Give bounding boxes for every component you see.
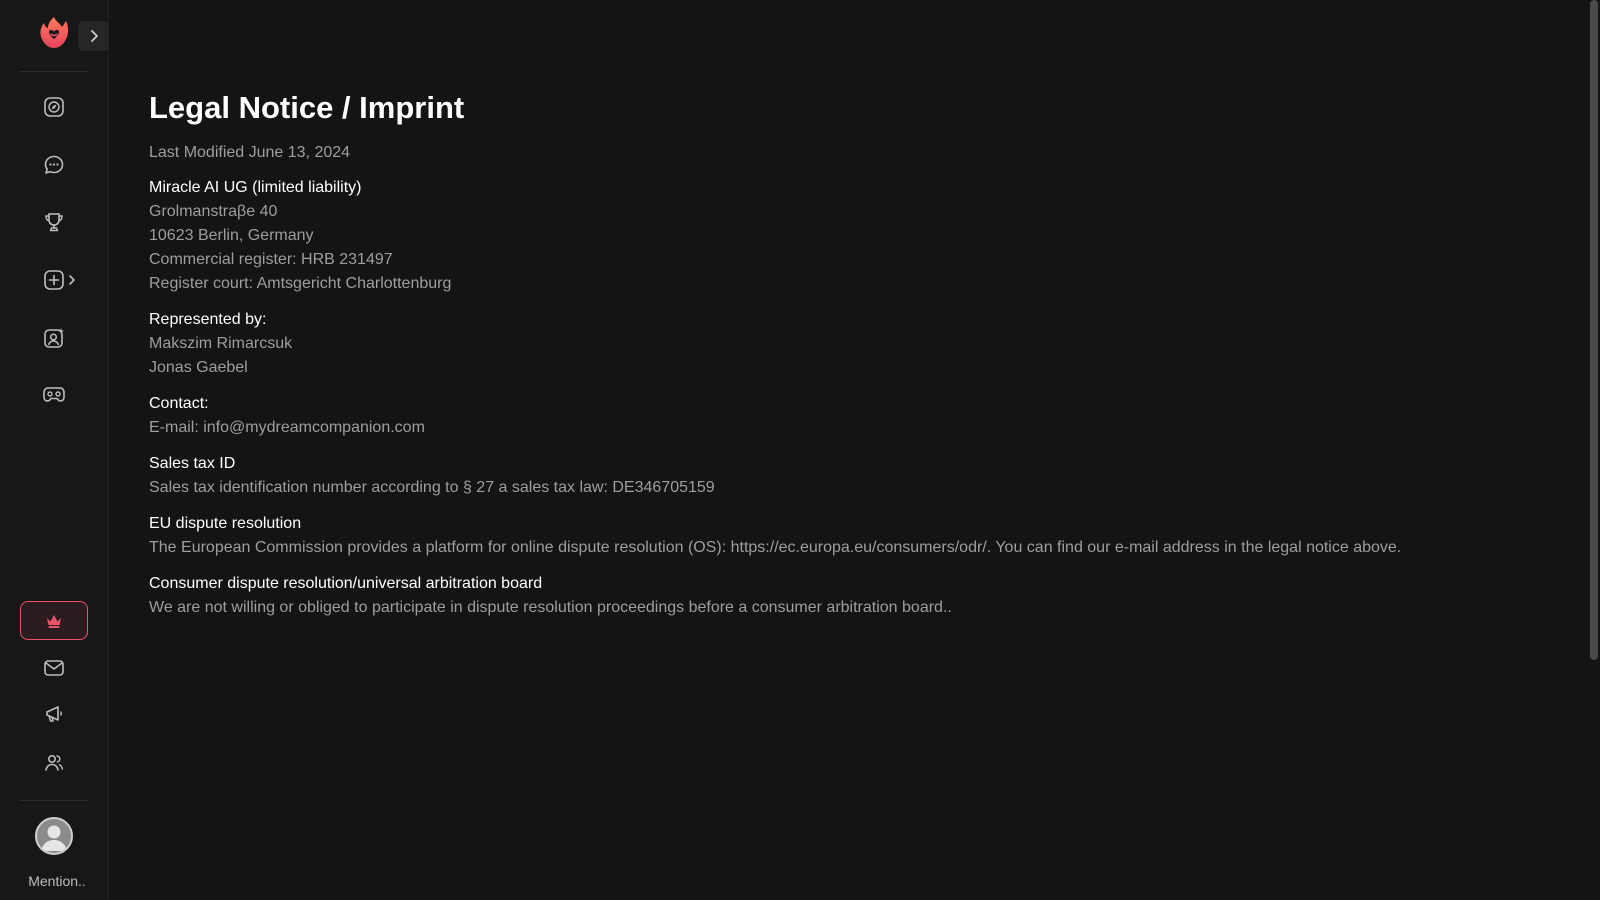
- avatar[interactable]: [35, 817, 73, 855]
- legal-notice-content: Legal Notice / Imprint Last Modified Jun…: [149, 88, 1560, 632]
- contact-email[interactable]: E-mail: info@mydreamcompanion.com: [149, 416, 1560, 440]
- gamepad-icon: [43, 387, 65, 402]
- eu-dispute-section: EU dispute resolution The European Commi…: [149, 512, 1560, 560]
- plus-square-icon: [44, 270, 64, 290]
- sidebar-divider: [20, 71, 88, 72]
- section-heading: Contact:: [149, 395, 209, 412]
- app-root: Mention.. Legal Notice / Imprint Last Mo…: [0, 0, 1600, 900]
- chat-icon: [44, 155, 64, 174]
- sidebar-item-explore[interactable]: [38, 91, 70, 123]
- crown-icon: [47, 614, 61, 628]
- megaphone-icon: [46, 706, 62, 722]
- sidebar-item-messages[interactable]: [38, 652, 70, 684]
- sidebar: Mention..: [0, 0, 109, 900]
- expand-sidebar-button[interactable]: [78, 21, 109, 51]
- address-city: 10623 Berlin, Germany: [149, 227, 314, 244]
- consumer-dispute-section: Consumer dispute resolution/universal ar…: [149, 572, 1560, 620]
- representative: Jonas Gaebel: [149, 359, 248, 376]
- username-label[interactable]: Mention..: [0, 873, 114, 889]
- sales-tax-id: Sales tax identification number accordin…: [149, 479, 715, 496]
- representative: Makszim Rimarcsuk: [149, 335, 293, 352]
- mail-icon: [44, 660, 64, 676]
- users-icon: [45, 754, 63, 771]
- sidebar-divider: [20, 800, 88, 801]
- chevron-right-icon[interactable]: [66, 273, 78, 287]
- sidebar-item-games[interactable]: [38, 378, 70, 410]
- section-heading: Represented by:: [149, 311, 267, 328]
- chevron-right-icon: [90, 30, 98, 42]
- company-section: Miracle AI UG (limited liability) Grolma…: [149, 176, 1560, 296]
- scrollbar-track[interactable]: [1588, 0, 1600, 900]
- section-heading: Consumer dispute resolution/universal ar…: [149, 575, 543, 592]
- register-court: Register court: Amtsgericht Charlottenbu…: [149, 275, 452, 292]
- section-heading: Sales tax ID: [149, 455, 236, 472]
- trophy-icon: [45, 213, 63, 232]
- section-heading: Miracle AI UG (limited liability): [149, 179, 362, 196]
- user-avatar-icon: [41, 825, 67, 851]
- compass-icon: [44, 97, 64, 117]
- sales-tax-section: Sales tax ID Sales tax identification nu…: [149, 452, 1560, 500]
- last-modified-date: Last Modified June 13, 2024: [149, 144, 351, 161]
- section-heading: EU dispute resolution: [149, 515, 302, 532]
- sidebar-item-announcements[interactable]: [38, 698, 70, 730]
- contact-section: Contact: E-mail: info@mydreamcompanion.c…: [149, 392, 1560, 440]
- scrollbar-thumb[interactable]: [1590, 0, 1598, 660]
- page-title: Legal Notice / Imprint: [149, 90, 465, 125]
- consumer-dispute-text: We are not willing or obliged to partici…: [149, 599, 952, 616]
- sidebar-item-chat[interactable]: [38, 149, 70, 181]
- premium-button[interactable]: [20, 601, 88, 640]
- sidebar-item-leaderboard[interactable]: [38, 206, 70, 238]
- commercial-register: Commercial register: HRB 231497: [149, 251, 393, 268]
- address-street: Grolmanstraβe 40: [149, 203, 278, 220]
- eu-dispute-text: The European Commission provides a platf…: [149, 539, 1402, 556]
- user-sparkle-icon: [44, 328, 64, 348]
- sidebar-item-my-companions[interactable]: [38, 322, 70, 354]
- sidebar-item-affiliate[interactable]: [38, 747, 70, 779]
- flame-heart-logo[interactable]: [38, 15, 70, 49]
- represented-by-section: Represented by: Makszim Rimarcsuk Jonas …: [149, 308, 1560, 380]
